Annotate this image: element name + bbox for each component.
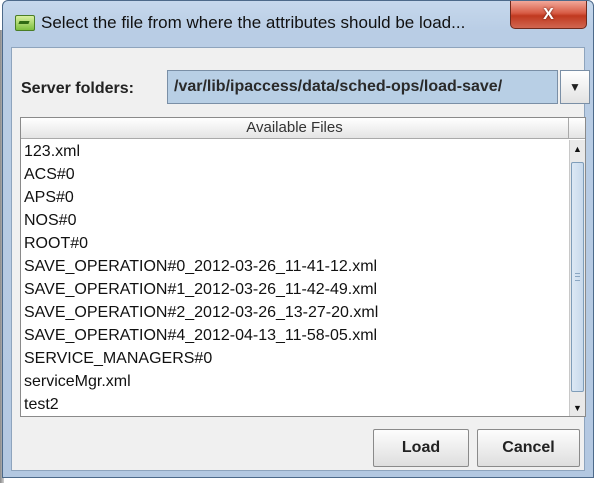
- table-row[interactable]: SAVE_OPERATION#2_2012-03-26_13-27-20.xml: [21, 301, 569, 324]
- chevron-down-icon: ▼: [569, 80, 581, 94]
- table-row[interactable]: SAVE_OPERATION#1_2012-03-26_11-42-49.xml: [21, 278, 569, 301]
- table-row[interactable]: ACS#0: [21, 163, 569, 186]
- column-header-available-files[interactable]: Available Files: [21, 118, 569, 139]
- server-folder-select[interactable]: /var/lib/ipaccess/data/sched-ops/load-sa…: [167, 70, 558, 104]
- app-icon: [15, 15, 35, 31]
- server-folder-dropdown-button[interactable]: ▼: [560, 70, 590, 104]
- table-header-corner: [569, 118, 585, 139]
- table-row[interactable]: SERVICE_MANAGERS#0: [21, 347, 569, 370]
- scrollbar-thumb[interactable]: [571, 162, 584, 392]
- close-icon: X: [543, 5, 554, 23]
- close-button[interactable]: X: [510, 1, 587, 29]
- table-row[interactable]: APS#0: [21, 186, 569, 209]
- table-row[interactable]: SAVE_OPERATION#4_2012-04-13_11-58-05.xml: [21, 324, 569, 347]
- title-bar[interactable]: Select the file from where the attribute…: [3, 1, 593, 47]
- table-row[interactable]: SAVE_OPERATION#0_2012-03-26_11-41-12.xml: [21, 255, 569, 278]
- vertical-scrollbar[interactable]: ▲ ▼: [569, 140, 585, 416]
- table-row[interactable]: 123.xml: [21, 140, 569, 163]
- table-row[interactable]: serviceMgr.xml: [21, 370, 569, 393]
- arrow-down-icon: ▼: [573, 402, 582, 413]
- scroll-up-button[interactable]: ▲: [570, 140, 585, 157]
- table-row[interactable]: test2: [21, 393, 569, 416]
- scroll-down-button[interactable]: ▼: [570, 399, 585, 416]
- server-folders-label: Server folders:: [21, 80, 134, 97]
- file-list: 123.xml ACS#0 APS#0 NOS#0 ROOT#0 SAVE_OPERATI…: [21, 140, 569, 416]
- available-files-table: Available Files 123.xml ACS#0 APS#0 NOS#0 RO…: [20, 117, 586, 417]
- window-title: Select the file from where the attribute…: [41, 13, 466, 32]
- grip-icon: [575, 273, 580, 281]
- table-row[interactable]: NOS#0: [21, 209, 569, 232]
- table-row[interactable]: ROOT#0: [21, 232, 569, 255]
- load-button[interactable]: Load: [373, 429, 469, 467]
- cancel-button[interactable]: Cancel: [477, 429, 580, 467]
- arrow-up-icon: ▲: [573, 143, 582, 154]
